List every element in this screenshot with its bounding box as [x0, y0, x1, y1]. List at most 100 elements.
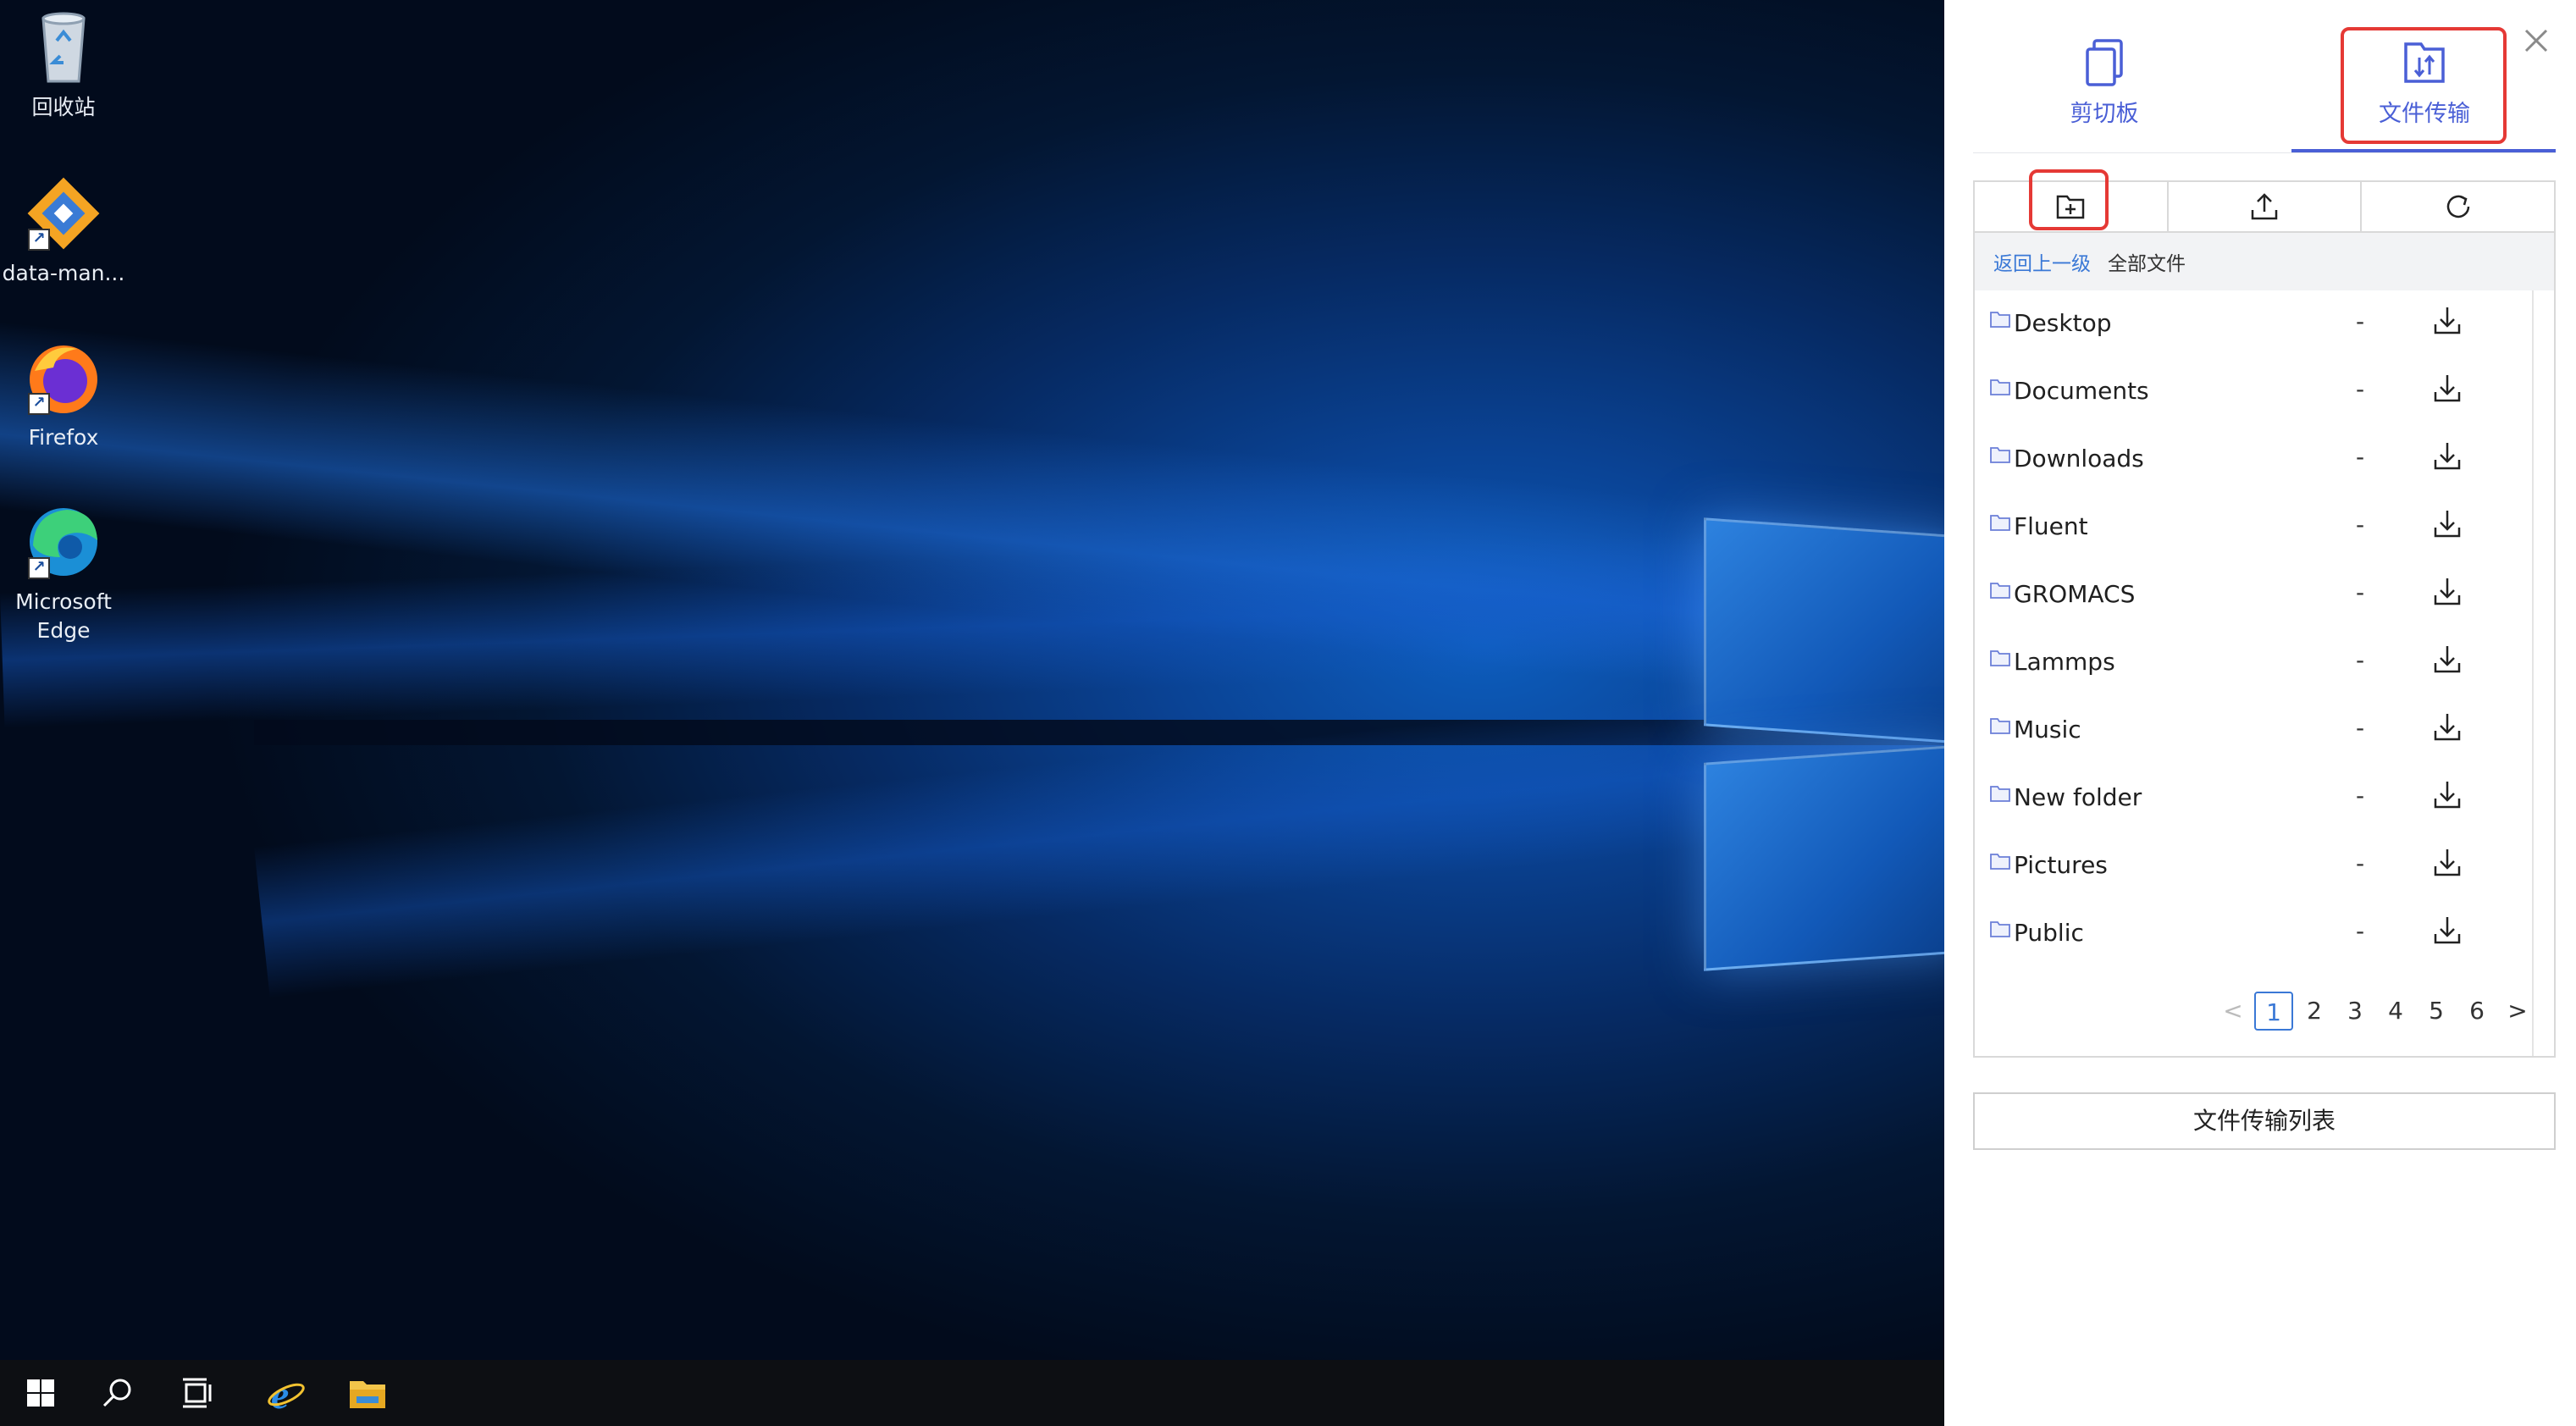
- file-explorer-button[interactable]: [327, 1360, 408, 1426]
- download-icon[interactable]: [2432, 372, 2463, 406]
- download-icon[interactable]: [2432, 846, 2463, 880]
- data-manager-icon: ↗: [23, 173, 104, 254]
- shortcut-arrow-icon: ↗: [28, 229, 50, 251]
- scrollbar-track[interactable]: [2532, 290, 2534, 1056]
- start-button[interactable]: [0, 1360, 81, 1426]
- file-size: -: [2356, 917, 2365, 945]
- file-row[interactable]: New folder -: [1975, 766, 2530, 834]
- task-view-icon: [183, 1378, 212, 1408]
- file-row[interactable]: Desktop -: [1975, 292, 2530, 360]
- download-icon[interactable]: [2432, 439, 2463, 473]
- file-name[interactable]: GROMACS: [2014, 580, 2135, 608]
- clipboard-icon: [2081, 37, 2128, 88]
- file-size: -: [2356, 782, 2365, 810]
- file-name[interactable]: Downloads: [2014, 445, 2144, 473]
- window-pane: [1704, 744, 1944, 971]
- transfer-list-button[interactable]: 文件传输列表: [1973, 1092, 2556, 1150]
- desktop-icon-edge[interactable]: ↗ Microsoft Edge: [0, 501, 127, 645]
- window-pane: [1704, 517, 1944, 744]
- file-row[interactable]: Pictures -: [1975, 834, 2530, 902]
- file-row[interactable]: Downloads -: [1975, 428, 2530, 495]
- file-name[interactable]: Public: [2014, 919, 2084, 947]
- shortcut-arrow-icon: ↗: [28, 557, 50, 579]
- file-name[interactable]: Desktop: [2014, 309, 2111, 337]
- file-row[interactable]: Fluent -: [1975, 495, 2530, 563]
- folder-icon: [1990, 515, 2010, 531]
- download-icon[interactable]: [2432, 643, 2463, 677]
- active-tab-indicator: [2291, 149, 2556, 152]
- file-row[interactable]: GROMACS -: [1975, 563, 2530, 631]
- tab-divider: [1973, 152, 2556, 153]
- file-row[interactable]: Public -: [1975, 902, 2530, 970]
- search-button[interactable]: [76, 1360, 158, 1426]
- file-row[interactable]: Music -: [1975, 699, 2530, 766]
- folder-icon: [1990, 921, 2010, 937]
- highlight-box-new-folder: [2029, 169, 2109, 230]
- pagination-next[interactable]: >: [2498, 992, 2537, 1031]
- file-size: -: [2356, 849, 2365, 877]
- folder-icon: [1990, 447, 2010, 463]
- folder-icon: [1990, 650, 2010, 666]
- desktop-icon-label: 回收站: [31, 95, 96, 119]
- pagination-prev[interactable]: <: [2214, 992, 2253, 1031]
- pagination-page[interactable]: 3: [2336, 992, 2374, 1031]
- desktop-icon-firefox[interactable]: ↗ Firefox: [0, 337, 127, 452]
- file-name[interactable]: New folder: [2014, 783, 2142, 811]
- folder-icon: [1990, 786, 2010, 802]
- download-icon[interactable]: [2432, 304, 2463, 338]
- download-icon[interactable]: [2432, 914, 2463, 948]
- file-name[interactable]: Music: [2014, 716, 2081, 743]
- folder-icon: [1990, 312, 2010, 328]
- download-icon[interactable]: [2432, 710, 2463, 744]
- firefox-icon: ↗: [23, 337, 104, 418]
- breadcrumb-back-link[interactable]: 返回上一级: [1993, 247, 2091, 276]
- file-name[interactable]: Lammps: [2014, 648, 2115, 676]
- download-icon[interactable]: [2432, 778, 2463, 812]
- desktop-wallpaper: 回收站 ↗ data-man... ↗ Firefox ↗ Microsoft …: [0, 0, 1944, 1360]
- close-icon: [2524, 29, 2548, 53]
- file-explorer-icon: [350, 1381, 385, 1408]
- pagination-page[interactable]: 2: [2295, 992, 2334, 1031]
- file-row[interactable]: Lammps -: [1975, 631, 2530, 699]
- tab-label: 剪切板: [2070, 101, 2139, 127]
- search-icon: [102, 1379, 131, 1407]
- file-name[interactable]: Pictures: [2014, 851, 2108, 879]
- task-view-button[interactable]: [158, 1360, 239, 1426]
- breadcrumb: 返回上一级 全部文件: [1975, 233, 2554, 290]
- recycle-bin-icon: [23, 7, 104, 88]
- file-size: -: [2356, 511, 2365, 539]
- download-icon[interactable]: [2432, 507, 2463, 541]
- folder-icon: [1990, 718, 2010, 734]
- start-icon: [27, 1379, 54, 1407]
- file-size: -: [2356, 578, 2365, 606]
- file-name[interactable]: Fluent: [2014, 512, 2088, 540]
- close-button[interactable]: [2519, 24, 2553, 58]
- pagination-page[interactable]: 1: [2254, 992, 2293, 1031]
- file-size: -: [2356, 646, 2365, 674]
- folder-icon: [1990, 583, 2010, 599]
- file-name[interactable]: Documents: [2014, 377, 2149, 405]
- desktop-icon-label: Firefox: [28, 425, 99, 450]
- file-size: -: [2356, 714, 2365, 742]
- download-icon[interactable]: [2432, 575, 2463, 609]
- pagination-page[interactable]: 6: [2457, 992, 2496, 1031]
- upload-icon: [2251, 193, 2278, 220]
- file-manager: 返回上一级 全部文件 Desktop - Documents - Downloa…: [1973, 180, 2556, 1058]
- file-size: -: [2356, 375, 2365, 403]
- file-row[interactable]: Documents -: [1975, 360, 2530, 428]
- internet-explorer-button[interactable]: e: [246, 1360, 327, 1426]
- desktop-icon-data-manager[interactable]: ↗ data-man...: [0, 173, 127, 288]
- upload-button[interactable]: [2169, 182, 2363, 231]
- pagination-page[interactable]: 4: [2376, 992, 2415, 1031]
- file-size: -: [2356, 307, 2365, 335]
- shortcut-arrow-icon: ↗: [28, 393, 50, 415]
- refresh-button[interactable]: [2362, 182, 2554, 231]
- tab-clipboard[interactable]: 剪切板: [2024, 37, 2185, 139]
- highlight-box-tab: [2341, 27, 2507, 144]
- desktop-icon-recycle-bin[interactable]: 回收站: [0, 7, 127, 122]
- refresh-icon: [2446, 195, 2469, 218]
- breadcrumb-current: 全部文件: [2108, 253, 2186, 275]
- desktop-icon-label: data-man...: [2, 261, 125, 285]
- pagination-page[interactable]: 5: [2417, 992, 2456, 1031]
- desktop-icon-label: Microsoft Edge: [15, 589, 112, 643]
